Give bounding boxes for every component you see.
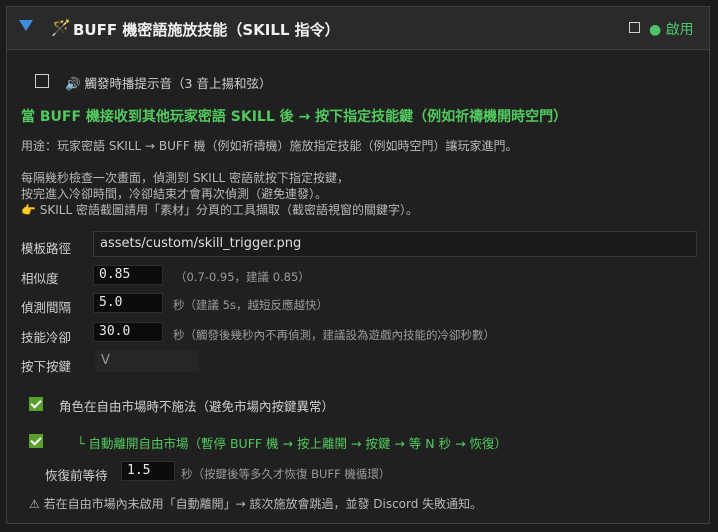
- desc-line-3: 👉 SKILL 密語截圖請用「素材」分頁的工具擷取（截密語視窗的關鍵字）。: [21, 203, 418, 217]
- panel-header[interactable]: 🪄 BUFF 機密語施放技能（SKILL 指令） ● 啟用: [7, 7, 709, 50]
- wait-hint: 秒（按鍵後等多久才恢復 BUFF 機循環）: [181, 467, 391, 481]
- interval-label: 偵測間隔: [21, 300, 72, 315]
- enable-checkbox[interactable]: [629, 22, 640, 33]
- sound-label: 🔊 觸發時播提示音（3 音上揚和弦）: [65, 76, 272, 91]
- interval-input[interactable]: 5.0: [93, 293, 163, 313]
- market-warning-text: ⚠ 若在自由市場內未啟用「自動離開」→ 該次施放會跳過，並發 Discord 失…: [29, 497, 483, 511]
- template-path-label: 模板路徑: [21, 241, 72, 256]
- magic-wand-icon: 🪄: [51, 18, 71, 37]
- section-title: 當 BUFF 機接收到其他玩家密語 SKILL 後 → 按下指定技能鍵（例如祈禱…: [21, 109, 568, 125]
- panel-title: BUFF 機密語施放技能（SKILL 指令）: [73, 21, 340, 39]
- skill-panel: 🪄 BUFF 機密語施放技能（SKILL 指令） ● 啟用 🔊 觸發時播提示音（…: [6, 6, 710, 524]
- similarity-input[interactable]: 0.85: [93, 265, 163, 285]
- similarity-label: 相似度: [21, 271, 59, 286]
- triangle-down-icon[interactable]: [19, 20, 33, 31]
- interval-hint: 秒（建議 5s，越短反應越快）: [173, 298, 328, 312]
- cooldown-label: 技能冷卻: [21, 330, 72, 345]
- template-path-input[interactable]: assets/custom/skill_trigger.png: [93, 231, 697, 257]
- cooldown-hint: 秒（觸發後幾秒內不再偵測，建議設為遊戲內技能的冷卻秒數）: [173, 328, 495, 342]
- desc-line-1: 每隔幾秒檢查一次畫面，偵測到 SKILL 密語就按下指定按鍵，: [21, 171, 350, 185]
- sound-checkbox[interactable]: [35, 74, 49, 88]
- key-input[interactable]: V: [95, 350, 199, 372]
- enable-label[interactable]: ● 啟用: [649, 19, 694, 39]
- desc-line-2: 按完進入冷卻時間，冷卻結束才會再次偵測（避免連發）。: [21, 187, 328, 201]
- no-cast-in-market-label: 角色在自由市場時不施法（避免市場內按鍵異常）: [59, 399, 335, 414]
- cooldown-input[interactable]: 30.0: [93, 322, 163, 342]
- auto-leave-market-checkbox[interactable]: [29, 434, 43, 448]
- wait-label: 恢復前等待: [45, 468, 108, 483]
- wait-input[interactable]: 1.5: [121, 461, 175, 481]
- key-label: 按下按鍵: [21, 359, 72, 374]
- usage-text: 用途：玩家密語 SKILL → BUFF 機（例如祈禱機）施放指定技能（例如時空…: [21, 139, 518, 153]
- similarity-hint: （0.7-0.95，建議 0.85）: [175, 270, 310, 284]
- auto-leave-market-label: └ 自動離開自由市場（暫停 BUFF 機 → 按上離開 → 按鍵 → 等 N 秒…: [77, 436, 508, 451]
- no-cast-in-market-checkbox[interactable]: [29, 397, 43, 411]
